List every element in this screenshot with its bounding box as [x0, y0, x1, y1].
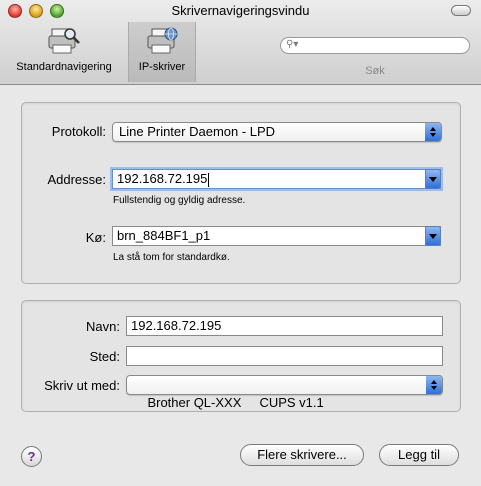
- print-with-value: Brother QL-XXX CUPS v1.1: [147, 395, 324, 410]
- network-printer-icon: [147, 27, 178, 54]
- address-value: 192.168.72.195: [117, 171, 208, 186]
- popup-arrows-icon: [425, 123, 441, 141]
- queue-field[interactable]: brn_884BF1_p1: [112, 226, 441, 246]
- address-label: Addresse:: [47, 172, 106, 187]
- add-button[interactable]: Legg til: [379, 444, 459, 466]
- text-cursor: [208, 172, 210, 187]
- window-title: Skrivernavigeringsvindu: [171, 3, 310, 18]
- address-field[interactable]: 192.168.72.195: [112, 169, 441, 189]
- queue-label: Kø:: [85, 230, 106, 245]
- title-toolbar: Skrivernavigeringsvindu Standardnavigeri…: [0, 0, 481, 85]
- queue-value: brn_884BF1_p1: [117, 228, 211, 243]
- printer-browser-window: Skrivernavigeringsvindu Standardnavigeri…: [0, 0, 481, 486]
- protocol-popup[interactable]: Line Printer Daemon - LPD: [112, 122, 442, 142]
- name-value: 192.168.72.195: [131, 318, 222, 333]
- search-input[interactable]: ⚲▾: [280, 37, 470, 54]
- address-hint: Fullstendig og gyldig adresse.: [113, 195, 246, 206]
- location-field[interactable]: [126, 346, 443, 366]
- more-printers-button[interactable]: Flere skrivere...: [240, 444, 364, 466]
- queue-dropdown-button[interactable]: [425, 226, 441, 246]
- tab-standard-browsing[interactable]: Standardnavigering: [4, 22, 124, 82]
- search-icon: ⚲▾: [286, 39, 299, 50]
- search-label: Søk: [365, 65, 385, 77]
- tab-ip-label: IP-skriver: [138, 61, 186, 73]
- location-label: Sted:: [89, 349, 120, 364]
- protocol-value: Line Printer Daemon - LPD: [119, 124, 276, 139]
- name-label: Navn:: [86, 319, 120, 334]
- queue-hint: La stå tom for standardkø.: [113, 252, 230, 263]
- printer-magnifier-icon: [48, 28, 80, 54]
- tab-standard-label: Standardnavigering: [16, 61, 112, 73]
- name-field[interactable]: 192.168.72.195: [126, 316, 443, 336]
- toolbar-toggle-button[interactable]: [451, 5, 471, 16]
- print-with-popup[interactable]: Brother QL-XXX CUPS v1.1: [126, 375, 443, 410]
- print-with-label: Skriv ut med:: [44, 378, 120, 393]
- address-dropdown-button[interactable]: [425, 169, 441, 189]
- help-button[interactable]: ?: [21, 446, 42, 467]
- tab-ip-printer[interactable]: IP-skriver: [128, 22, 196, 82]
- protocol-label: Protokoll:: [51, 124, 106, 139]
- popup-arrows-icon: [426, 376, 442, 394]
